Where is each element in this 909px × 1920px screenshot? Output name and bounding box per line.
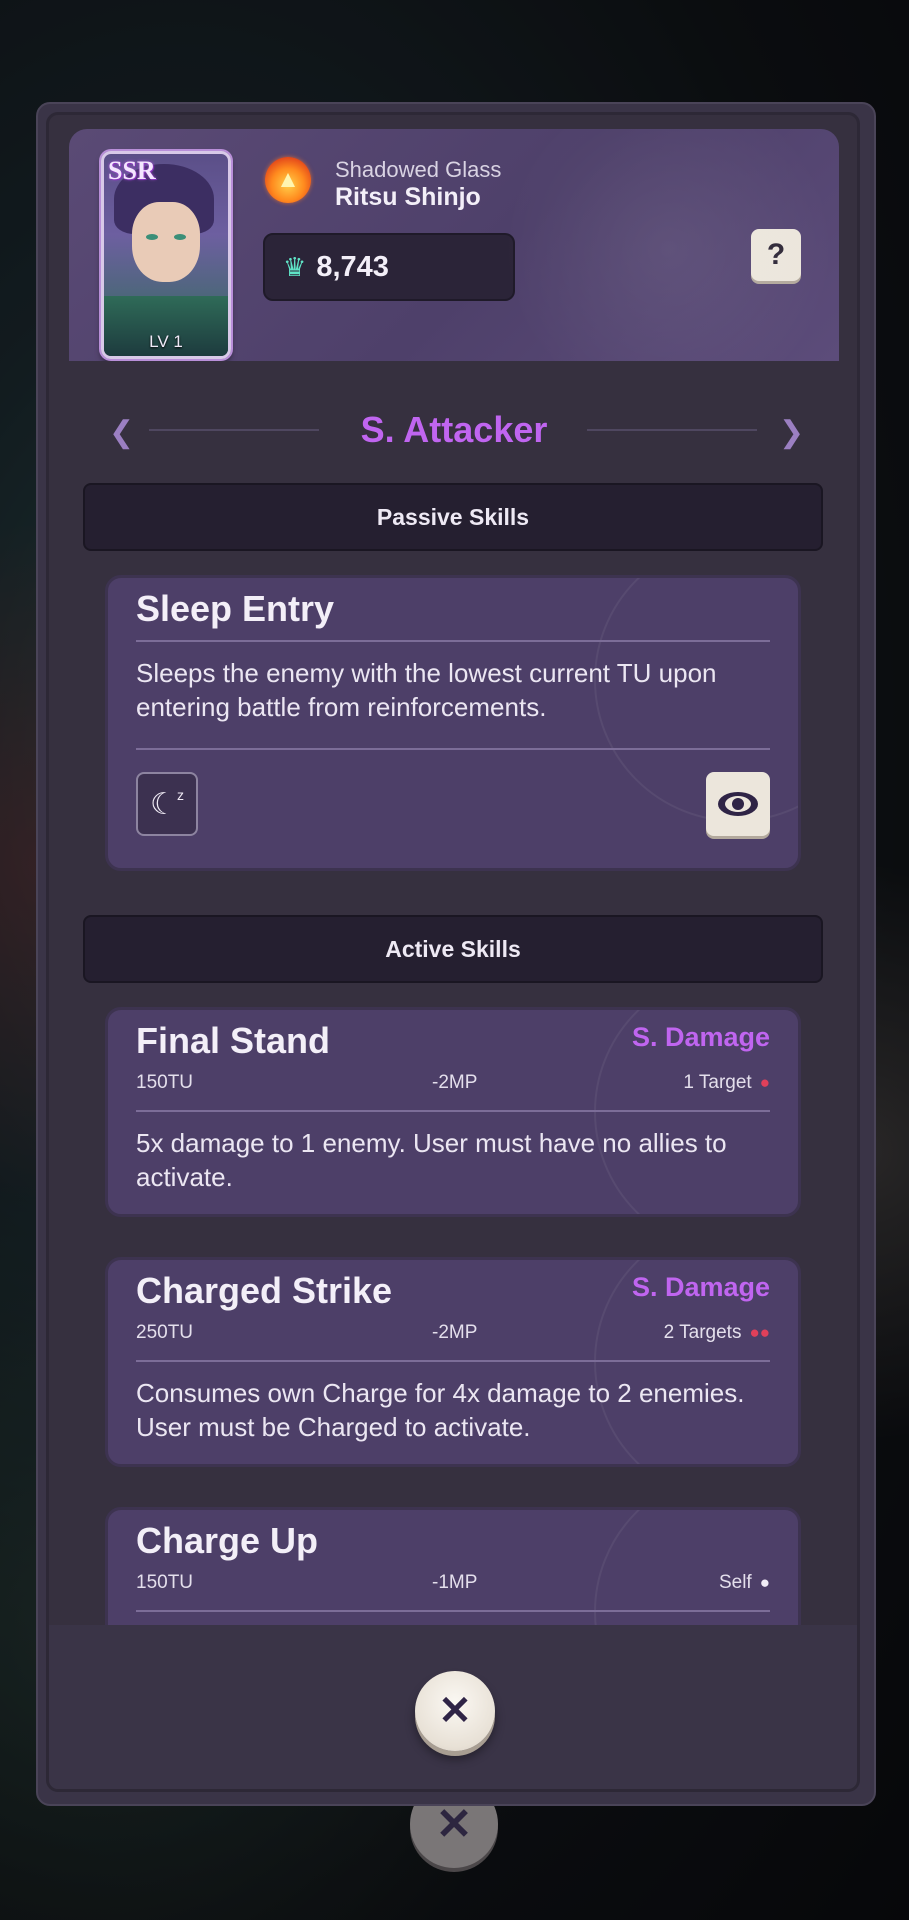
power-display: ♛ 8,743: [263, 233, 515, 301]
multi-target-icon: ●●: [749, 1323, 770, 1342]
skill-target: 1 Target ●: [683, 1072, 770, 1093]
skill-name: Charge Up: [136, 1520, 319, 1561]
skill-target: 2 Targets ●●: [663, 1322, 770, 1343]
single-target-icon: ●: [759, 1073, 770, 1092]
sleep-moon-icon[interactable]: ☾ z: [136, 772, 198, 836]
character-name: Ritsu Shinjo: [335, 183, 481, 211]
active-skill-card: Charged Strike S. Damage 250TU -2MP 2 Ta…: [105, 1257, 801, 1467]
eye-icon: [718, 792, 758, 816]
skill-description: 5x damage to 1 enemy. User must have no …: [136, 1128, 727, 1192]
close-button[interactable]: ✕: [415, 1671, 495, 1751]
self-target-icon: ●: [759, 1573, 770, 1592]
character-portrait-card[interactable]: SSR LV 1: [101, 151, 231, 359]
divider: [587, 429, 757, 431]
passive-skill-card: Sleep Entry Sleeps the enemy with the lo…: [105, 575, 801, 871]
skill-type: S. Damage: [631, 1272, 770, 1302]
skill-mp-cost: -1MP: [432, 1572, 478, 1593]
skill-name: Sleep Entry: [136, 588, 335, 629]
power-crown-icon: ♛: [283, 251, 307, 282]
character-header: SSR LV 1 ▲ Shadowed Glass Ritsu Shinjo ♛…: [69, 129, 839, 361]
skill-type: S. Damage: [631, 1022, 770, 1052]
character-level: LV 1: [149, 332, 183, 351]
fire-element-icon: ▲: [265, 157, 311, 203]
close-icon: ✕: [438, 1689, 472, 1733]
character-skills-modal: SSR LV 1 ▲ Shadowed Glass Ritsu Shinjo ♛…: [46, 112, 860, 1792]
skill-name: Final Stand: [136, 1020, 331, 1061]
skill-description: Sleeps the enemy with the lowest current…: [136, 658, 717, 722]
skill-tu-cost: 250TU: [136, 1322, 194, 1343]
skill-target: Self ●: [718, 1572, 770, 1593]
skill-mp-cost: -2MP: [432, 1072, 478, 1093]
right-ornament-icon: ❯: [779, 416, 805, 449]
passive-skills-header: Passive Skills: [83, 483, 823, 551]
help-button[interactable]: ?: [751, 229, 801, 281]
character-subtitle: Shadowed Glass: [335, 157, 502, 182]
skill-tu-cost: 150TU: [136, 1572, 194, 1593]
skill-mp-cost: -2MP: [432, 1322, 478, 1343]
skill-tu-cost: 150TU: [136, 1072, 194, 1093]
active-skill-card: Final Stand S. Damage 150TU -2MP 1 Targe…: [105, 1007, 801, 1217]
role-header: ❮ S. Attacker ❯: [69, 405, 839, 455]
rarity-badge: SSR: [108, 156, 156, 185]
skill-description: Consumes own Charge for 4x damage to 2 e…: [136, 1378, 745, 1442]
power-value: 8,743: [316, 250, 389, 283]
active-skills-header: Active Skills: [83, 915, 823, 983]
skill-name: Charged Strike: [136, 1270, 393, 1311]
view-skill-button[interactable]: [706, 772, 770, 836]
